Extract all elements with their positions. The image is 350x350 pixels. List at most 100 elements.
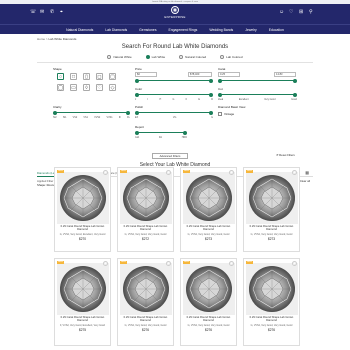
nav-item[interactable]: Lab Diamonds — [105, 28, 127, 32]
radio-natural-white[interactable]: Natural White — [107, 54, 132, 59]
shape-radiant-icon[interactable]: ▭ — [70, 84, 77, 91]
diamond-card[interactable]: NEW ♡ 0.29 Carat Round Shape Lab Grown D… — [54, 258, 111, 346]
nav-item[interactable]: Education — [269, 28, 284, 32]
diamond-image[interactable] — [182, 263, 235, 315]
clarity-min-handle[interactable] — [53, 110, 57, 115]
heart-icon[interactable]: ♡ — [166, 261, 171, 266]
cut-slider-track[interactable] — [218, 92, 297, 97]
heart-icon[interactable]: ♡ — [166, 170, 171, 175]
heart-icon[interactable]: ♡ — [103, 170, 108, 175]
search-icon[interactable]: ⚲ — [309, 10, 314, 15]
diamond-image[interactable] — [119, 263, 172, 315]
radio-lab-colored[interactable]: Lab Colored — [220, 54, 243, 59]
shape-emerald-icon[interactable]: ▯ — [83, 73, 90, 80]
new-badge: NEW — [246, 170, 254, 173]
polish-slider-track[interactable] — [135, 110, 213, 115]
shape-round-icon[interactable]: ○ — [57, 73, 64, 80]
nav-item[interactable]: Natural Diamonds — [66, 28, 93, 32]
price-min-handle[interactable] — [135, 78, 139, 83]
cart-icon[interactable]: ⊞ — [299, 10, 304, 15]
carat-min-input[interactable]: 0.25 — [218, 72, 240, 77]
clear-all-button[interactable]: Clear all — [300, 179, 310, 183]
header-left-icons: ☏ ✉ ✆ ⌖ — [30, 10, 65, 15]
vintage-option[interactable]: Vintage — [218, 112, 234, 116]
brand-logo[interactable]: ENTERPRISE — [162, 6, 188, 19]
diamond-details: G, VVS2, Very Good, Excellent, Very Good — [59, 232, 106, 236]
price-slider-track[interactable] — [135, 78, 213, 83]
location-icon[interactable]: ⌖ — [60, 10, 65, 15]
clarity-slider-track[interactable] — [53, 110, 130, 115]
cut-ticks: Ideal Excellent Very Good Good — [218, 98, 297, 101]
nav-item[interactable]: Gemstones — [139, 28, 156, 32]
report-max-handle[interactable] — [183, 130, 187, 135]
diamond-image[interactable] — [245, 263, 298, 315]
diamond-card[interactable]: NEW ♡ 0.29 Carat Round Shape Lab Grown D… — [117, 167, 174, 252]
carat-slider-track[interactable] — [218, 78, 297, 83]
color-max-handle[interactable] — [209, 92, 213, 97]
diamond-image[interactable] — [182, 172, 235, 224]
price-min-input[interactable]: $0 — [135, 72, 157, 77]
diamond-card[interactable]: NEW ♡ 0.29 Carat Round Shape Lab Grown D… — [243, 258, 300, 346]
chat-icon[interactable]: ✉ — [40, 10, 45, 15]
color-slider-track[interactable] — [135, 92, 213, 97]
diamond-image[interactable] — [119, 172, 172, 224]
clarity-tick: IF — [118, 116, 121, 119]
shape-marquise-icon[interactable]: ◇ — [109, 84, 116, 91]
diamond-type-radios: Natural White Lab White Natural Colored … — [0, 53, 350, 60]
diamond-card[interactable]: NEW ♡ 0.29 Carat Round Shape Lab Grown D… — [54, 167, 111, 252]
diamond-image[interactable] — [56, 172, 109, 224]
polish-max-handle[interactable] — [209, 110, 213, 115]
grid-view-icon[interactable]: ▦ — [305, 170, 309, 175]
diamond-name: 0.29 Carat Round Shape Lab Grown Diamond — [186, 225, 231, 232]
shape-princess-icon[interactable]: □ — [70, 73, 77, 80]
color-min-handle[interactable] — [135, 92, 139, 97]
brand-name: ENTERPRISE — [164, 15, 186, 19]
heart-icon[interactable]: ♡ — [292, 170, 297, 175]
report-min-handle[interactable] — [135, 130, 139, 135]
carat-min-handle[interactable] — [218, 78, 222, 83]
price-max-input[interactable]: $78,400 — [188, 72, 212, 77]
shape-cushion-icon[interactable]: ▢ — [109, 73, 116, 80]
carat-max-handle[interactable] — [293, 78, 297, 83]
nav-item[interactable]: Wedding Bands — [209, 28, 233, 32]
cut-max-handle[interactable] — [293, 92, 297, 97]
carat-max-input[interactable]: 14.83 — [274, 72, 296, 77]
heart-icon[interactable]: ♡ — [229, 170, 234, 175]
diamond-image[interactable] — [56, 263, 109, 315]
phone-icon[interactable]: ☏ — [30, 10, 36, 15]
radio-natural-colored[interactable]: Natural Colored — [179, 54, 206, 59]
heart-icon[interactable]: ♡ — [289, 10, 294, 15]
new-badge: NEW — [57, 170, 65, 173]
price-max-handle[interactable] — [209, 78, 213, 83]
clarity-max-handle[interactable] — [126, 110, 130, 115]
mail-icon[interactable]: ✆ — [50, 10, 55, 15]
report-tick: GIA — [135, 136, 140, 139]
report-slider-track[interactable] — [135, 130, 187, 135]
shape-pear-icon[interactable]: ◊ — [83, 84, 90, 91]
diamond-card[interactable]: NEW ♡ 0.29 Carat Round Shape Lab Grown D… — [117, 258, 174, 346]
new-badge: NEW — [57, 261, 65, 264]
heart-icon[interactable]: ♡ — [292, 261, 297, 266]
diamond-image[interactable] — [245, 172, 298, 224]
carat-label: Carat — [218, 67, 226, 71]
reset-label: Reset Filters — [279, 153, 295, 157]
cut-min-handle[interactable] — [218, 92, 222, 97]
diamond-card[interactable]: NEW ♡ 0.29 Carat Round Shape Lab Grown D… — [243, 167, 300, 252]
radio-lab-white[interactable]: Lab White — [145, 54, 165, 59]
applied-filter-chip[interactable]: Shape: Round — [37, 183, 55, 187]
breadcrumb-home[interactable]: Home — [37, 37, 45, 41]
diamond-card[interactable]: NEW ♡ 0.29 Carat Round Shape Lab Grown D… — [180, 167, 237, 252]
diamond-card[interactable]: NEW ♡ 0.29 Carat Round Shape Lab Grown D… — [180, 258, 237, 346]
shape-asscher-icon[interactable]: ◻ — [96, 73, 103, 80]
polish-min-handle[interactable] — [135, 110, 139, 115]
shape-heart-icon[interactable]: ♡ — [96, 84, 103, 91]
advanced-filters-button[interactable]: Advanced Filters — [152, 153, 188, 159]
shape-oval-icon[interactable]: ◯ — [57, 84, 64, 91]
nav-item[interactable]: Jewelry — [245, 28, 257, 32]
user-icon[interactable]: ☺ — [279, 10, 284, 15]
heart-icon[interactable]: ♡ — [229, 261, 234, 266]
heart-icon[interactable]: ♡ — [103, 261, 108, 266]
header-right-icons: ☺ ♡ ⊞ ⚲ — [279, 10, 314, 15]
nav-item[interactable]: Engagement Rings — [169, 28, 198, 32]
reset-filters-button[interactable]: ↺ Reset Filters — [276, 153, 295, 157]
